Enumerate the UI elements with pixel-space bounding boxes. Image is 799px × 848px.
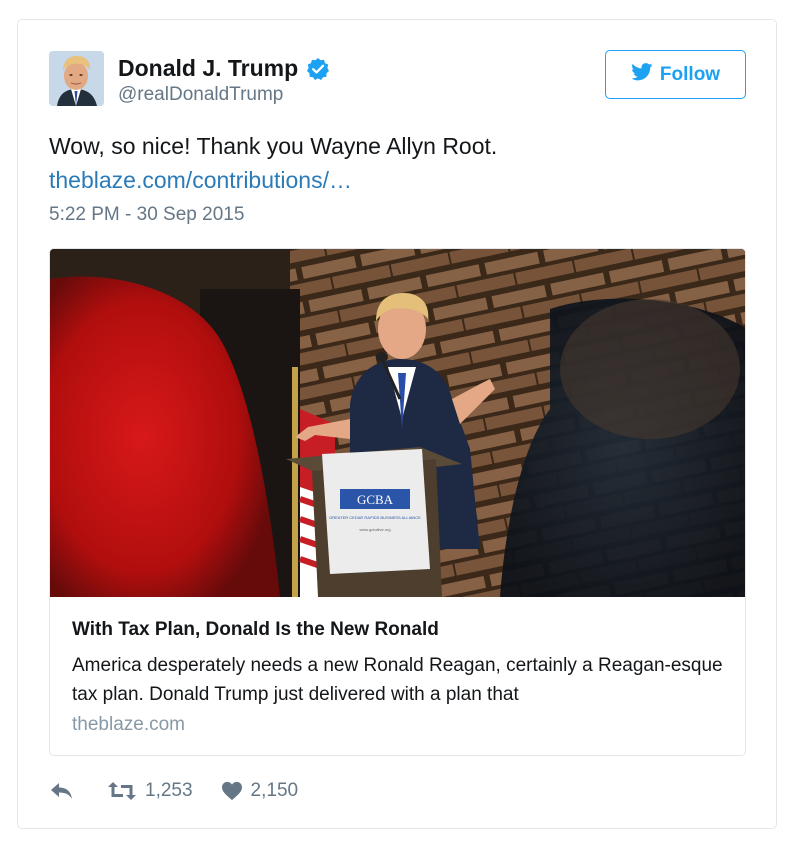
follow-button[interactable]: Follow [605, 50, 746, 99]
retweet-icon [107, 781, 137, 801]
link-card[interactable]: GCBA GREATER CEDAR RAPIDS BUSINESS ALLIA… [49, 248, 746, 756]
tweet-link[interactable]: theblaze.com/contributions/… [49, 166, 352, 194]
retweet-count: 1,253 [145, 780, 193, 801]
podium-subtitle: GREATER CEDAR RAPIDS BUSINESS ALLIANCE [329, 515, 421, 520]
podium-url: www.gcbalive.org [359, 527, 390, 532]
tweet-timestamp[interactable]: 5:22 PM - 30 Sep 2015 [49, 204, 244, 226]
follow-label: Follow [659, 63, 721, 85]
like-button[interactable]: 2,150 [221, 780, 299, 802]
heart-icon [221, 781, 243, 801]
avatar[interactable] [49, 51, 104, 106]
card-description: America desperately needs a new Ronald R… [72, 655, 723, 705]
podium-logo: GCBA [357, 492, 394, 507]
author-name[interactable]: Donald J. Trump [118, 55, 298, 82]
tweet-actions: 1,253 2,150 [49, 778, 298, 804]
author-line: Donald J. Trump [118, 55, 330, 82]
tweet-card: Donald J. Trump @realDonaldTrump Follow … [17, 19, 777, 829]
card-image[interactable]: GCBA GREATER CEDAR RAPIDS BUSINESS ALLIA… [50, 249, 746, 597]
like-count: 2,150 [250, 780, 299, 801]
card-title[interactable]: With Tax Plan, Donald Is the New Ronald [72, 619, 439, 641]
avatar-photo [49, 51, 104, 106]
verified-badge-icon [306, 57, 330, 81]
card-domain: theblaze.com [72, 714, 186, 735]
retweet-button[interactable]: 1,253 [107, 780, 193, 802]
author-handle[interactable]: @realDonaldTrump [118, 84, 283, 106]
tweet-text: Wow, so nice! Thank you Wayne Allyn Root… [49, 133, 498, 159]
twitter-bird-icon [631, 62, 653, 87]
reply-icon [49, 781, 75, 801]
reply-button[interactable] [49, 781, 75, 801]
